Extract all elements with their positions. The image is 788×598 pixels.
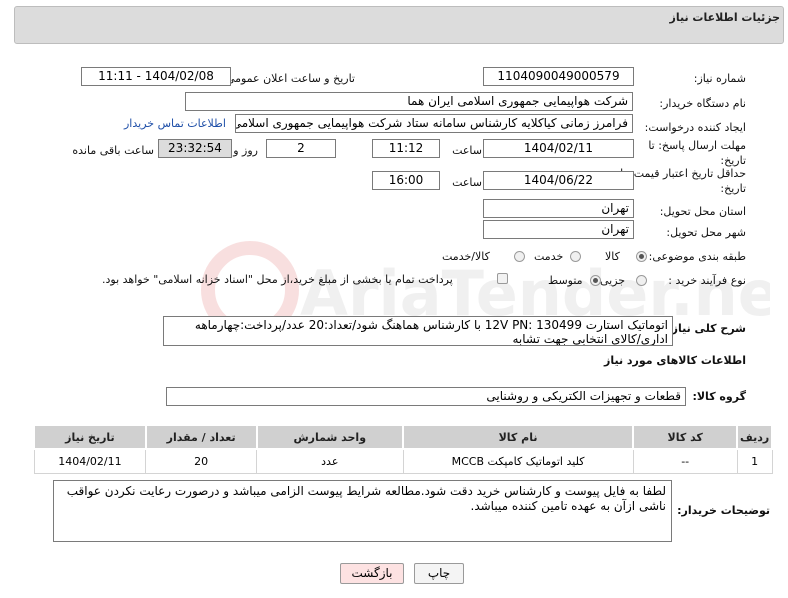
category-label: طبقه بندی موضوعی:	[648, 250, 746, 263]
need-number-label: شماره نیاز:	[693, 72, 746, 85]
creator-field[interactable]: فرامرز زمانی کیاکلایه کارشناس سامانه ستا…	[235, 114, 633, 133]
col-row: ردیف	[736, 424, 773, 450]
category-option-goods-service: کالا/خدمت	[442, 250, 490, 263]
province-field[interactable]: تهران	[483, 199, 634, 218]
remaining-label: ساعت باقی مانده	[72, 144, 154, 157]
process-radio-medium[interactable]	[590, 275, 601, 286]
col-date: تاریخ نیاز	[33, 424, 147, 450]
process-option-minor: جزیی	[600, 274, 626, 287]
category-radio-service[interactable]	[570, 251, 581, 262]
deadline-label: مهلت ارسال پاسخ: تا تاریخ:	[648, 139, 746, 167]
back-button[interactable]: بازگشت	[340, 563, 404, 584]
notes-label: توضیحات خریدار:	[677, 504, 770, 517]
cell-code: --	[632, 448, 738, 474]
description-field[interactable]: اتوماتیک استارت 12V PN: 130499 با کارشنا…	[163, 316, 673, 346]
process-option-medium: متوسط	[548, 274, 583, 287]
category-radio-goods[interactable]	[636, 251, 647, 262]
creator-label: ایجاد کننده درخواست:	[644, 121, 746, 134]
page-header	[14, 6, 784, 44]
validity-time-field[interactable]: 16:00	[372, 171, 440, 190]
description-label: شرح کلی نیاز:	[667, 322, 746, 335]
deadline-time-label: ساعت	[452, 144, 482, 157]
city-field[interactable]: تهران	[483, 220, 634, 239]
buyer-contact-link[interactable]: اطلاعات تماس خریدار	[124, 117, 226, 130]
days-label: روز و	[233, 144, 258, 157]
cell-name: کلید اتوماتیک کامپکت MCCB	[402, 448, 634, 474]
deadline-date-field[interactable]: 1404/02/11	[483, 139, 634, 158]
validity-time-label: ساعت	[452, 176, 482, 189]
buyer-field[interactable]: شرکت هواپیمایی جمهوری اسلامی ایران هما	[185, 92, 633, 111]
goods-section-title: اطلاعات کالاهای مورد نیاز	[604, 354, 746, 367]
city-label: شهر محل تحویل:	[666, 226, 746, 239]
cell-row: 1	[736, 448, 773, 474]
goods-group-field[interactable]: قطعات و تجهیزات الکتریکی و روشنایی	[166, 387, 686, 406]
deadline-time-field[interactable]: 11:12	[372, 139, 440, 158]
category-option-service: خدمت	[534, 250, 564, 263]
goods-group-label: گروه کالا:	[692, 390, 746, 403]
process-radio-minor[interactable]	[636, 275, 647, 286]
validity-date-field[interactable]: 1404/06/22	[483, 171, 634, 190]
treasury-payment-checkbox[interactable]	[497, 273, 508, 284]
need-number-field[interactable]: 1104090049000579	[483, 67, 634, 86]
days-field[interactable]: 2	[266, 139, 336, 158]
page-title: جزئیات اطلاعات نیاز	[669, 11, 781, 24]
goods-table: ردیف کد کالا نام کالا واحد شمارش تعداد /…	[33, 424, 773, 474]
col-unit: واحد شمارش	[255, 424, 405, 450]
treasury-payment-note: پرداخت تمام یا بخشی از مبلغ خرید،از محل …	[102, 273, 453, 286]
print-button[interactable]: چاپ	[414, 563, 464, 584]
category-radio-goods-service[interactable]	[514, 251, 525, 262]
remaining-time-field: 23:32:54	[158, 139, 232, 158]
table-row: 1 -- کلید اتوماتیک کامپکت MCCB عدد 20 14…	[33, 448, 773, 474]
validity-label: حداقل تاریخ اعتبار قیمت: تا تاریخ:	[620, 167, 746, 195]
announce-field[interactable]: 1404/02/08 - 11:11	[81, 67, 231, 86]
process-label: نوع فرآیند خرید :	[668, 274, 746, 287]
col-qty: تعداد / مقدار	[144, 424, 258, 450]
cell-unit: عدد	[256, 448, 404, 474]
buyer-label: نام دستگاه خریدار:	[659, 97, 746, 110]
province-label: استان محل تحویل:	[659, 205, 746, 218]
col-code: کد کالا	[632, 424, 739, 450]
cell-date: 1404/02/11	[33, 448, 147, 474]
cell-qty: 20	[145, 448, 258, 474]
category-option-goods: کالا	[605, 250, 620, 263]
col-name: نام کالا	[402, 424, 635, 450]
announce-label: تاریخ و ساعت اعلان عمومی:	[222, 72, 355, 85]
notes-field[interactable]: لطفا به فایل پیوست و کارشناس خرید دقت شو…	[53, 480, 672, 542]
